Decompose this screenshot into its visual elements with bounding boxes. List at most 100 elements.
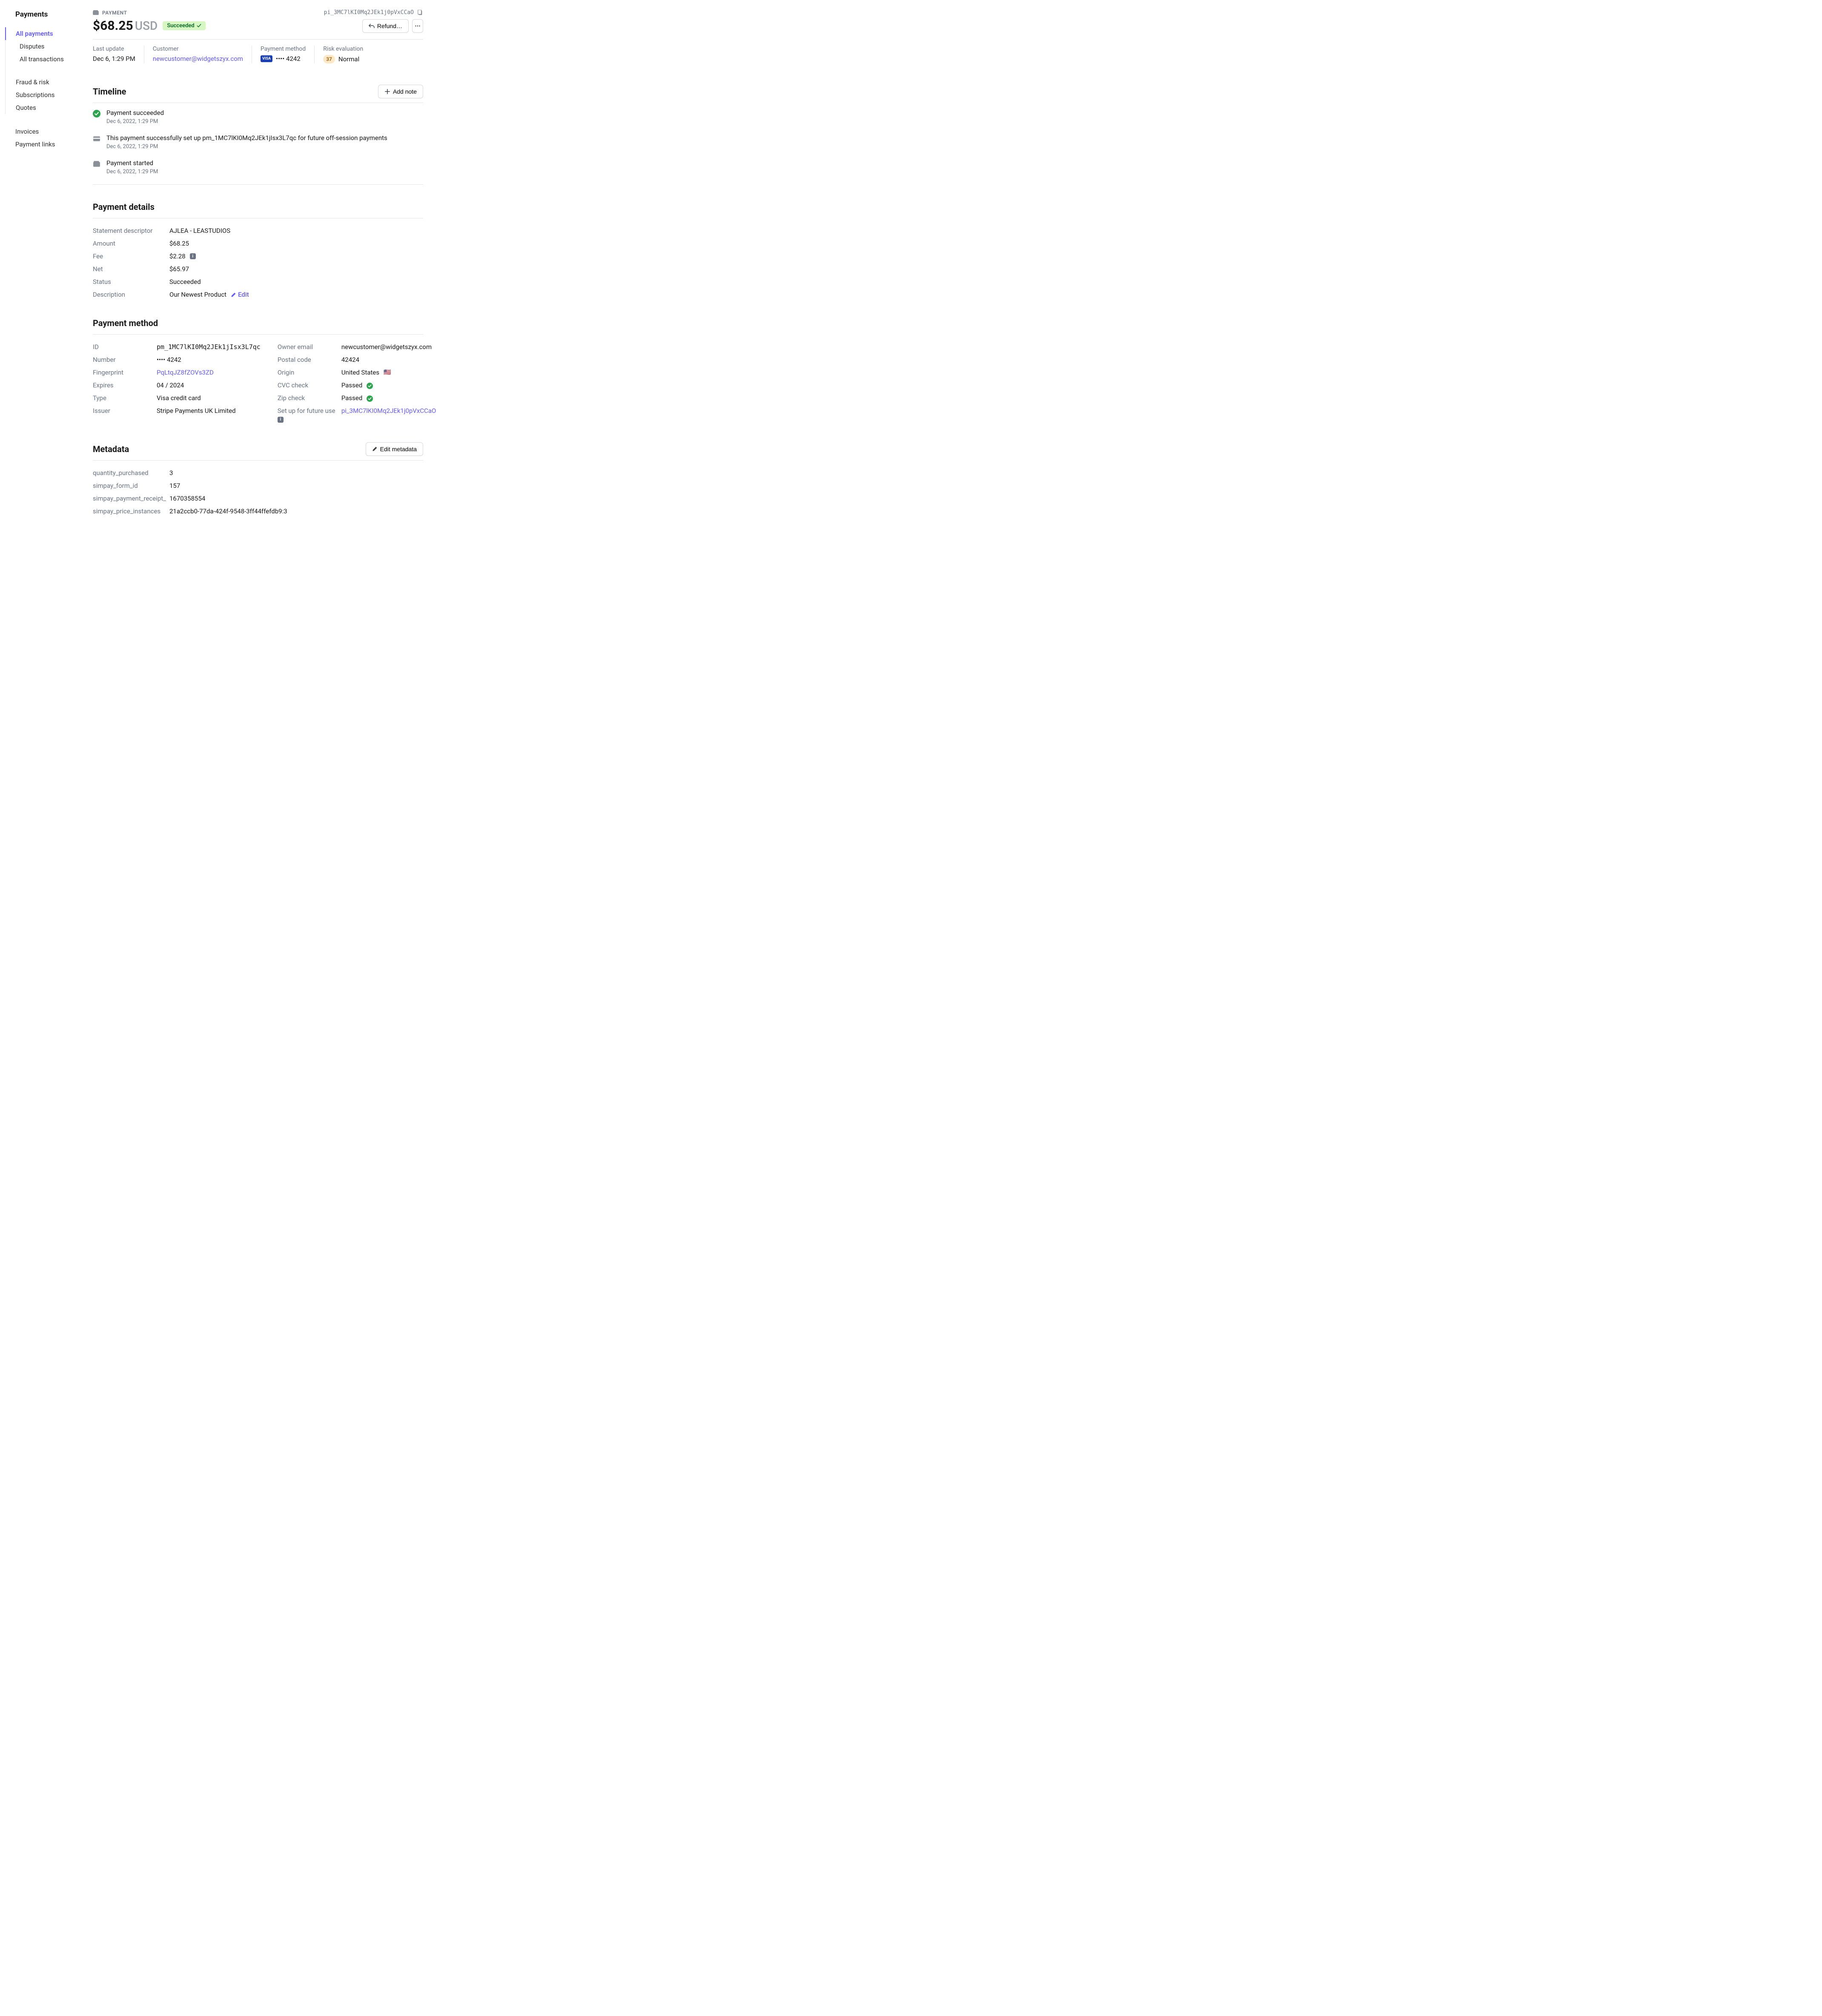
kv-key: Description [93,291,169,298]
add-note-button[interactable]: Add note [378,85,423,98]
card-icon [93,135,100,143]
timeline-item: Payment succeeded Dec 6, 2022, 1:29 PM [93,109,423,125]
sidebar-item-all-transactions[interactable]: All transactions [6,53,85,66]
pencil-icon [372,446,378,452]
wallet-icon [93,160,100,168]
kv-value: Stripe Payments UK Limited [157,407,236,415]
kv-key: Number [93,356,157,364]
kv-key: Fingerprint [93,369,157,376]
payment-details-section: Payment details Statement descriptorAJLE… [93,202,423,301]
customer-link[interactable]: newcustomer@widgetszyx.com [153,55,243,63]
sidebar-section-secondary: Invoices Payment links [15,125,85,151]
payment-id: pi_3MC7lKI0Mq2JEk1j0pVxCCaO [324,9,414,16]
risk-score-badge: 37 [323,55,335,63]
flag-us-icon: 🇺🇸 [384,369,391,376]
payment-method-title: Payment method [93,318,423,328]
kv-key: Set up for future use i [278,407,341,423]
breadcrumb: PAYMENT [93,10,127,16]
kv-value: pm_1MC7lKI0Mq2JEk1jIsx3L7qc [157,343,261,351]
info-icon[interactable]: i [278,417,284,423]
metadata-section: Metadata Edit metadata quantity_purchase… [93,442,423,518]
sidebar-item-fraud-risk[interactable]: Fraud & risk [6,76,85,89]
timeline-title: Timeline [93,86,126,97]
sidebar-section-payments: All payments Disputes All transactions F… [5,27,85,114]
kv-key: Fee [93,252,169,260]
timeline-item: Payment started Dec 6, 2022, 1:29 PM [93,159,423,175]
kv-key: Net [93,265,169,273]
kv-key: Status [93,278,169,286]
kv-key: Origin [278,369,341,376]
divider [93,39,423,40]
success-icon [93,110,100,117]
risk-text: Normal [338,55,359,63]
kv-key: CVC check [278,381,341,389]
timeline-text: Payment succeeded [106,109,164,117]
description-value: Our Newest Product [169,291,226,298]
meta-value: 3 [169,469,173,477]
sidebar-item-invoices[interactable]: Invoices [15,125,85,138]
amount-currency: USD [135,19,158,33]
kv-key: ID [93,343,157,351]
timeline-time: Dec 6, 2022, 1:29 PM [106,143,387,150]
divider [93,184,423,185]
payment-amount: $68.25USD [93,18,158,33]
future-use-link[interactable]: pi_3MC7lKI0Mq2JEk1j0pVxCCaO [341,407,436,415]
success-icon [367,395,373,402]
success-icon [367,383,373,389]
kv-value: $68.25 [169,240,189,247]
dots-icon [415,25,420,27]
edit-description-link[interactable]: Edit [231,291,249,298]
sidebar-item-payment-links[interactable]: Payment links [15,138,85,151]
check-icon [197,23,201,28]
info-icon[interactable]: i [190,253,196,259]
timeline-text: This payment successfully set up pm_1MC7… [106,134,387,142]
plus-icon [384,89,390,94]
last-update-label: Last update [93,46,135,52]
timeline-item: This payment successfully set up pm_1MC7… [93,134,423,150]
customer-label: Customer [153,46,243,52]
wallet-icon [93,10,99,15]
kv-value: United States [341,369,379,376]
kv-value: 04 / 2024 [157,381,184,389]
payment-method-label: Payment method [261,46,306,52]
kv-value: Passed [341,394,362,402]
meta-value: 21a2ccb0-77da-424f-9548-3ff44ffefdb9:3 [169,507,287,515]
kv-value: $65.97 [169,265,189,273]
main-content: PAYMENT pi_3MC7lKI0Mq2JEk1j0pVxCCaO $68.… [85,0,438,2016]
kv-value: Visa credit card [157,394,201,402]
last-update-value: Dec 6, 1:29 PM [93,55,135,63]
sidebar: Payments All payments Disputes All trans… [0,0,85,2016]
sidebar-item-subscriptions[interactable]: Subscriptions [6,89,85,101]
kv-value: Succeeded [169,278,201,286]
kv-value: •••• 4242 [157,356,181,364]
kv-key: Zip check [278,394,341,402]
divider [93,334,423,335]
kv-key: Owner email [278,343,341,351]
kv-key: Amount [93,240,169,247]
kv-value: 42424 [341,356,359,364]
kv-key: Type [93,394,157,402]
timeline-section: Timeline Add note Payment succeeded Dec … [93,85,423,185]
sidebar-item-disputes[interactable]: Disputes [6,40,85,53]
kv-key: Postal code [278,356,341,364]
payment-details-title: Payment details [93,202,423,212]
clipboard-icon[interactable] [417,10,423,16]
meta-key: simpay_price_instances [93,507,169,515]
kv-value: $2.28i [169,252,196,260]
more-button[interactable] [412,19,423,33]
timeline-time: Dec 6, 2022, 1:29 PM [106,118,164,125]
refund-button[interactable]: Refund… [362,19,409,33]
edit-metadata-button[interactable]: Edit metadata [366,442,423,456]
meta-key: simpay_payment_receipt_ [93,495,169,502]
divider [93,460,423,461]
kv-key: Statement descriptor [93,227,169,235]
fingerprint-link[interactable]: PqLtqJZ8fZOVs3ZD [157,369,214,376]
meta-value: 157 [169,482,180,490]
sidebar-item-all-payments[interactable]: All payments [5,27,85,40]
undo-icon [369,23,375,29]
kv-value: AJLEA - LEASTUDIOS [169,227,230,235]
sidebar-item-quotes[interactable]: Quotes [6,101,85,114]
kv-value: Passed [341,381,362,389]
meta-key: simpay_form_id [93,482,169,490]
kv-key: Expires [93,381,157,389]
